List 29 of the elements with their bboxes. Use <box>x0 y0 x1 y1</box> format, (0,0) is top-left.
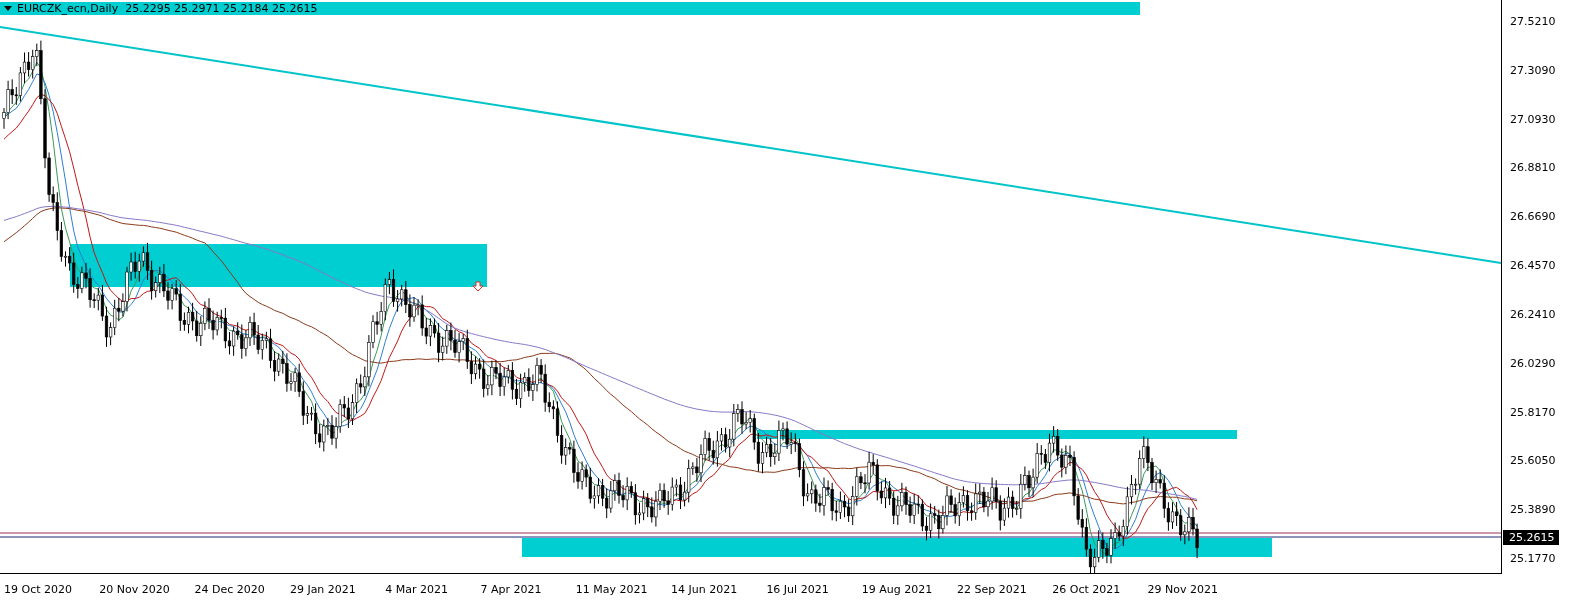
date-axis-label: 22 Sep 2021 <box>956 582 1028 596</box>
date-axis-label: 29 Nov 2021 <box>1147 582 1219 596</box>
price-axis-label: 25.3890 <box>1509 503 1557 518</box>
price-axis-label: 26.0290 <box>1509 356 1557 371</box>
price-axis-label: 25.8170 <box>1509 405 1557 420</box>
date-axis-label: 11 May 2021 <box>575 582 649 596</box>
chart-title: EURCZK_ecn,Daily 25.2295 25.2971 25.2184 25.2615 <box>17 2 318 15</box>
date-axis-label: 14 Jun 2021 <box>671 582 739 596</box>
price-axis-label: 26.2410 <box>1509 307 1557 322</box>
price-axis-label: 26.6690 <box>1509 210 1557 225</box>
date-axis-label: 19 Aug 2021 <box>861 582 934 596</box>
dropdown-triangle-icon[interactable] <box>4 6 12 11</box>
price-axis-label: 25.1770 <box>1509 551 1557 566</box>
date-axis-label: 24 Dec 2020 <box>194 582 266 596</box>
price-axis-label: 26.4570 <box>1509 259 1557 274</box>
date-axis-label: 7 Apr 2021 <box>480 582 543 596</box>
price-axis-label: 26.8810 <box>1509 161 1557 176</box>
date-axis-label: 4 Mar 2021 <box>385 582 449 596</box>
price-axis-label: 27.3090 <box>1509 63 1557 78</box>
price-axis-label: 27.0930 <box>1509 112 1557 127</box>
price-axis-label: 27.5210 <box>1509 15 1557 29</box>
date-axis-label: 29 Jan 2021 <box>289 582 357 596</box>
date-axis-label: 20 Nov 2020 <box>99 582 171 596</box>
price-axis-label: 25.6050 <box>1509 454 1557 469</box>
down-arrow-icon <box>472 281 484 292</box>
date-axis-label: 16 Jul 2021 <box>766 582 830 596</box>
date-axis-label: 26 Oct 2021 <box>1052 582 1122 596</box>
current-price-label: 25.2615 <box>1503 530 1559 545</box>
date-axis-label: 19 Oct 2020 <box>4 582 73 596</box>
